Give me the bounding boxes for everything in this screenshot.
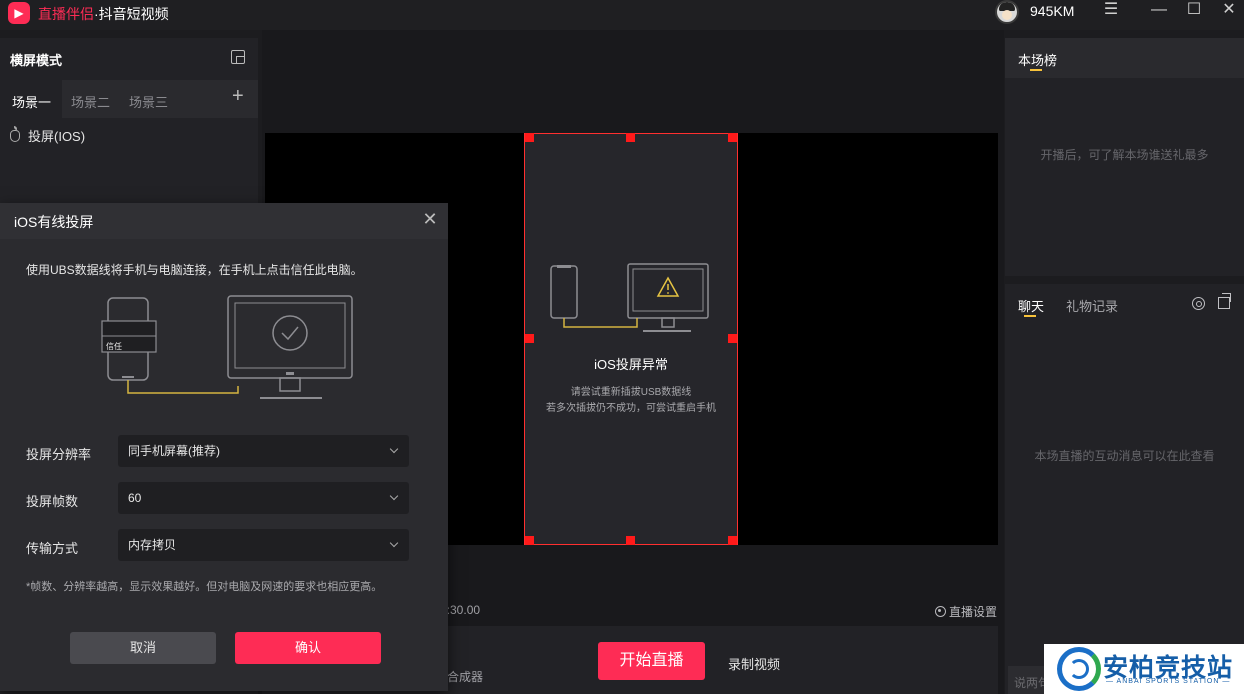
- dialog-note: *帧数、分辨率越高，显示效果越好。但对电脑及网速的要求也相应更高。: [26, 581, 383, 593]
- close-icon[interactable]: ✕: [1215, 0, 1243, 22]
- resolution-select[interactable]: 同手机屏幕(推荐): [118, 435, 409, 467]
- error-hint-line2: 若多次插拔仍不成功，可尝试重启手机: [546, 403, 716, 414]
- ios-source-preview[interactable]: [524, 133, 738, 545]
- menu-icon[interactable]: ☰: [1097, 0, 1125, 22]
- synth-label[interactable]: 合成器: [447, 668, 483, 685]
- resize-handle[interactable]: [525, 334, 534, 343]
- connection-illustration: [100, 294, 360, 406]
- error-hint-line1: 请尝试重新插拔USB数据线: [570, 387, 692, 398]
- chat-hint: 本场直播的互动消息可以在此查看: [1034, 449, 1215, 463]
- live-settings-link[interactable]: 直播设置: [935, 603, 997, 620]
- watermark-logo-inner: [1069, 659, 1089, 679]
- rank-tab-underline: [1030, 69, 1042, 71]
- settings-icon: [935, 606, 946, 617]
- rank-hint: 开播后，可了解本场谁送礼最多: [1040, 148, 1209, 162]
- rank-title[interactable]: 本场榜: [1018, 50, 1057, 69]
- username[interactable]: 945KM: [1030, 3, 1074, 19]
- scene-tab-1[interactable]: 场景一: [12, 92, 51, 111]
- avatar-face: [1002, 10, 1012, 20]
- dialog-title: iOS有线投屏: [14, 214, 94, 230]
- dialog-close-icon[interactable]: ✕: [420, 209, 440, 230]
- framerate-select[interactable]: 60: [118, 482, 409, 514]
- resize-handle[interactable]: [525, 133, 534, 142]
- record-video-button[interactable]: 录制视频: [728, 654, 780, 673]
- maximize-icon[interactable]: ☐: [1180, 0, 1208, 22]
- resize-handle[interactable]: [626, 133, 635, 142]
- avatar[interactable]: [995, 0, 1019, 24]
- chevron-down-icon: [389, 444, 399, 454]
- resize-handle[interactable]: [728, 133, 737, 142]
- resolution-label: 投屏分辨率: [26, 447, 92, 462]
- phone-to-pc-illustration: [101, 295, 353, 399]
- popout-icon[interactable]: [1218, 293, 1231, 309]
- app-logo-icon: ▶: [8, 2, 30, 24]
- chat-panel: [1005, 284, 1244, 694]
- minimize-icon[interactable]: —: [1145, 0, 1173, 22]
- source-item-label: 投屏(IOS): [28, 129, 86, 144]
- live-settings-label: 直播设置: [949, 605, 998, 619]
- watermark-subtitle: — ANBAI SPORTS STATION —: [1106, 678, 1231, 685]
- tab-gift-records[interactable]: 礼物记录: [1066, 296, 1118, 315]
- app-name: 直播伴侣: [38, 6, 94, 22]
- error-title: iOS投屏异常: [594, 357, 668, 372]
- apple-icon: [10, 126, 20, 142]
- resolution-value: 同手机屏幕(推荐): [128, 444, 220, 458]
- chevron-down-icon: [389, 538, 399, 548]
- resize-handle[interactable]: [626, 536, 635, 545]
- cancel-button[interactable]: 取消: [70, 632, 216, 664]
- framerate-value: 60: [128, 491, 142, 505]
- chat-tab-underline: [1024, 315, 1036, 317]
- chat-settings-icon[interactable]: [1192, 297, 1205, 310]
- mode-title: 横屏模式: [10, 53, 63, 68]
- resize-handle[interactable]: [728, 334, 737, 343]
- transfer-method-select[interactable]: 内存拷贝: [118, 529, 409, 561]
- resize-handle[interactable]: [728, 536, 737, 545]
- chevron-down-icon: [389, 491, 399, 501]
- layout-toggle-icon[interactable]: [231, 50, 245, 64]
- trust-button-label: 信任: [106, 342, 122, 351]
- chat-input[interactable]: 说两句...: [1008, 666, 1048, 694]
- resize-handle[interactable]: [525, 536, 534, 545]
- dialog-description: 使用UBS数据线将手机与电脑连接，在手机上点击信任此电脑。: [26, 263, 363, 277]
- framerate-label: 投屏帧数: [26, 494, 79, 509]
- transfer-method-value: 内存拷贝: [128, 538, 177, 552]
- app-subtitle: ·抖音短视频: [94, 6, 169, 22]
- transfer-method-label: 传输方式: [26, 541, 79, 556]
- tab-chat[interactable]: 聊天: [1018, 296, 1044, 315]
- start-live-button[interactable]: 开始直播: [598, 642, 705, 680]
- source-item-ios[interactable]: 投屏(IOS): [10, 126, 85, 144]
- add-scene-button[interactable]: +: [232, 85, 244, 108]
- scene-tab-3[interactable]: 场景三: [129, 92, 168, 111]
- scene-tab-2[interactable]: 场景二: [71, 92, 110, 111]
- confirm-button[interactable]: 确认: [235, 632, 381, 664]
- error-illustration: [550, 263, 709, 332]
